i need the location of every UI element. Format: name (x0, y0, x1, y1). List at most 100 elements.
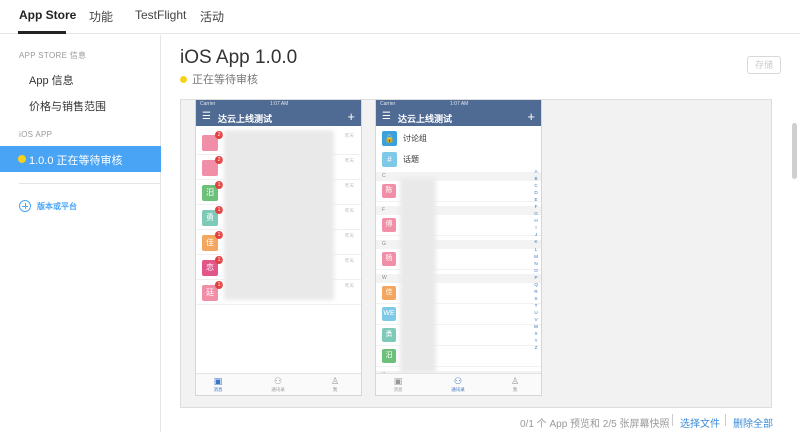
active-tab-indicator (18, 31, 66, 34)
add-platform-label: 版本或平台 (37, 202, 77, 211)
sidebar-section-ios-app: iOS APP (19, 130, 53, 139)
index-letter[interactable]: K (533, 238, 539, 245)
index-letter[interactable]: J (533, 231, 539, 238)
sidebar-item-app-info[interactable]: App 信息 (29, 72, 74, 88)
index-letter[interactable]: O (533, 267, 539, 274)
index-letter[interactable]: X (533, 330, 539, 337)
chat-time: 昨天 (345, 183, 354, 188)
index-letter[interactable]: G (533, 210, 539, 217)
phone-tab-label: 通讯录 (271, 387, 285, 392)
footer-divider (672, 414, 673, 426)
blurred-content (400, 178, 436, 373)
index-letter[interactable]: M (533, 253, 539, 260)
index-letter[interactable]: C (533, 182, 539, 189)
contact-avatar: 傅 (382, 218, 396, 232)
contact-avatar: 陈 (382, 184, 396, 198)
phone-tab-contacts[interactable]: ⚇ 通讯录 (443, 376, 473, 393)
screenshot-count: 0/1 个 App 预览和 2/5 张屏幕快照 (520, 419, 670, 430)
tab-activity[interactable]: 活动 (200, 8, 224, 25)
index-letter[interactable]: F (533, 203, 539, 210)
index-letter[interactable]: P (533, 274, 539, 281)
unread-badge: 1 (215, 281, 223, 289)
unread-badge: 1 (215, 256, 223, 264)
index-letter[interactable]: V (533, 316, 539, 323)
phone-nav-title: 达云上线测试 (398, 114, 453, 124)
group-label: 话题 (403, 155, 419, 164)
phone-tab-contacts[interactable]: ⚇ 通讯录 (263, 376, 293, 393)
phone-nav-bar: ☰ 达云上线测试 + (376, 108, 541, 126)
plus-icon: + (347, 109, 355, 124)
contact-avatar: WE (382, 307, 396, 321)
clock-label: 1:07 AM (270, 101, 289, 107)
phone-tab-label: 我 (512, 387, 518, 392)
index-letter[interactable]: L (533, 246, 539, 253)
index-letter[interactable]: D (533, 189, 539, 196)
phone-tab-person[interactable]: ♙ 我 (320, 376, 350, 393)
index-letter[interactable]: W (533, 323, 539, 330)
screenshot-contacts[interactable]: Carrier 1:07 AM ☰ 达云上线测试 + 🔒 讨论组 # 话题 C 陈 F 傅 G 杨… (375, 100, 542, 396)
phone-status-bar: Carrier 1:07 AM (376, 100, 541, 108)
index-letter[interactable]: A (533, 168, 539, 175)
screenshot-messages[interactable]: Carrier 1:07 AM ☰ 达云上线测试 + 2 昨天 2 昨天汨 1 昨天勇 1 昨… (195, 100, 362, 396)
chat-time: 昨天 (345, 283, 354, 288)
phone-tab-label: 我 (332, 387, 338, 392)
sidebar-item-pricing[interactable]: 价格与销售范围 (29, 98, 106, 114)
index-letter[interactable]: B (533, 175, 539, 182)
index-letter[interactable]: H (533, 217, 539, 224)
save-button[interactable]: 存储 (747, 56, 781, 74)
chat-icon: ▣ (393, 376, 403, 386)
phone-tab-person[interactable]: ♙ 我 (500, 376, 530, 393)
index-letter[interactable]: N (533, 260, 539, 267)
contacts-icon: ⚇ (453, 376, 463, 386)
phone-tab-chat[interactable]: ▣ 消息 (383, 376, 413, 393)
phone-nav-title: 达云上线测试 (218, 114, 273, 124)
screenshot-gallery[interactable]: Carrier 1:07 AM ☰ 达云上线测试 + 2 昨天 2 昨天汨 1 昨天勇 1 昨… (180, 99, 772, 408)
group-item[interactable]: # 话题 (376, 147, 541, 174)
alphabet-index[interactable]: ABCDEFGHIJKLMNOPQRSTUVWXYZ (533, 168, 539, 351)
status-dot-icon (18, 155, 26, 163)
chat-time: 昨天 (345, 233, 354, 238)
unread-badge: 1 (215, 206, 223, 214)
blurred-content (224, 130, 334, 300)
unread-badge: 1 (215, 181, 223, 189)
tab-app-store[interactable]: App Store (19, 8, 76, 22)
sidebar-item-version-label: 1.0.0 正在等待审核 (29, 155, 123, 167)
phone-tab-label: 通讯录 (451, 387, 465, 392)
hash-icon: # (382, 152, 397, 167)
index-letter[interactable]: T (533, 302, 539, 309)
index-letter[interactable]: I (533, 224, 539, 231)
status-dot-icon (180, 76, 187, 83)
footer-divider (725, 414, 726, 426)
phone-nav-bar: ☰ 达云上线测试 + (196, 108, 361, 126)
tab-features[interactable]: 功能 (89, 8, 113, 25)
phone-tab-label: 消息 (393, 387, 403, 392)
top-tab-bar: App Store 功能 TestFlight 活动 (0, 0, 800, 34)
sidebar-item-version[interactable]: 1.0.0 正在等待审核 (0, 146, 161, 172)
page-title: iOS App 1.0.0 (180, 47, 298, 68)
sidebar-section-app-store: APP STORE 信息 (19, 51, 87, 60)
page-scrollbar[interactable] (792, 123, 797, 179)
index-letter[interactable]: Q (533, 281, 539, 288)
contact-avatar: 杨 (382, 252, 396, 266)
sidebar: APP STORE 信息 App 信息 价格与销售范围 iOS APP 1.0.… (0, 35, 161, 432)
contact-avatar: 佳 (382, 286, 396, 300)
phone-tab-label: 消息 (213, 387, 223, 392)
tab-testflight[interactable]: TestFlight (135, 8, 186, 22)
index-letter[interactable]: Z (533, 344, 539, 351)
phone-tab-chat[interactable]: ▣ 消息 (203, 376, 233, 393)
group-label: 讨论组 (403, 134, 427, 143)
index-letter[interactable]: U (533, 309, 539, 316)
carrier-label: Carrier (200, 101, 216, 107)
chat-icon: ▣ (213, 376, 223, 386)
index-letter[interactable]: S (533, 295, 539, 302)
chat-time: 昨天 (345, 208, 354, 213)
index-letter[interactable]: R (533, 288, 539, 295)
choose-file-link[interactable]: 选择文件 (680, 415, 720, 430)
chat-time: 昨天 (345, 258, 354, 263)
delete-all-link[interactable]: 删除全部 (733, 415, 773, 430)
index-letter[interactable]: Y (533, 337, 539, 344)
chat-time: 昨天 (345, 133, 354, 138)
plus-circle-icon (19, 200, 31, 212)
index-letter[interactable]: E (533, 196, 539, 203)
phone-tab-bar: ▣ 消息 ⚇ 通讯录 ♙ 我 (376, 373, 541, 395)
